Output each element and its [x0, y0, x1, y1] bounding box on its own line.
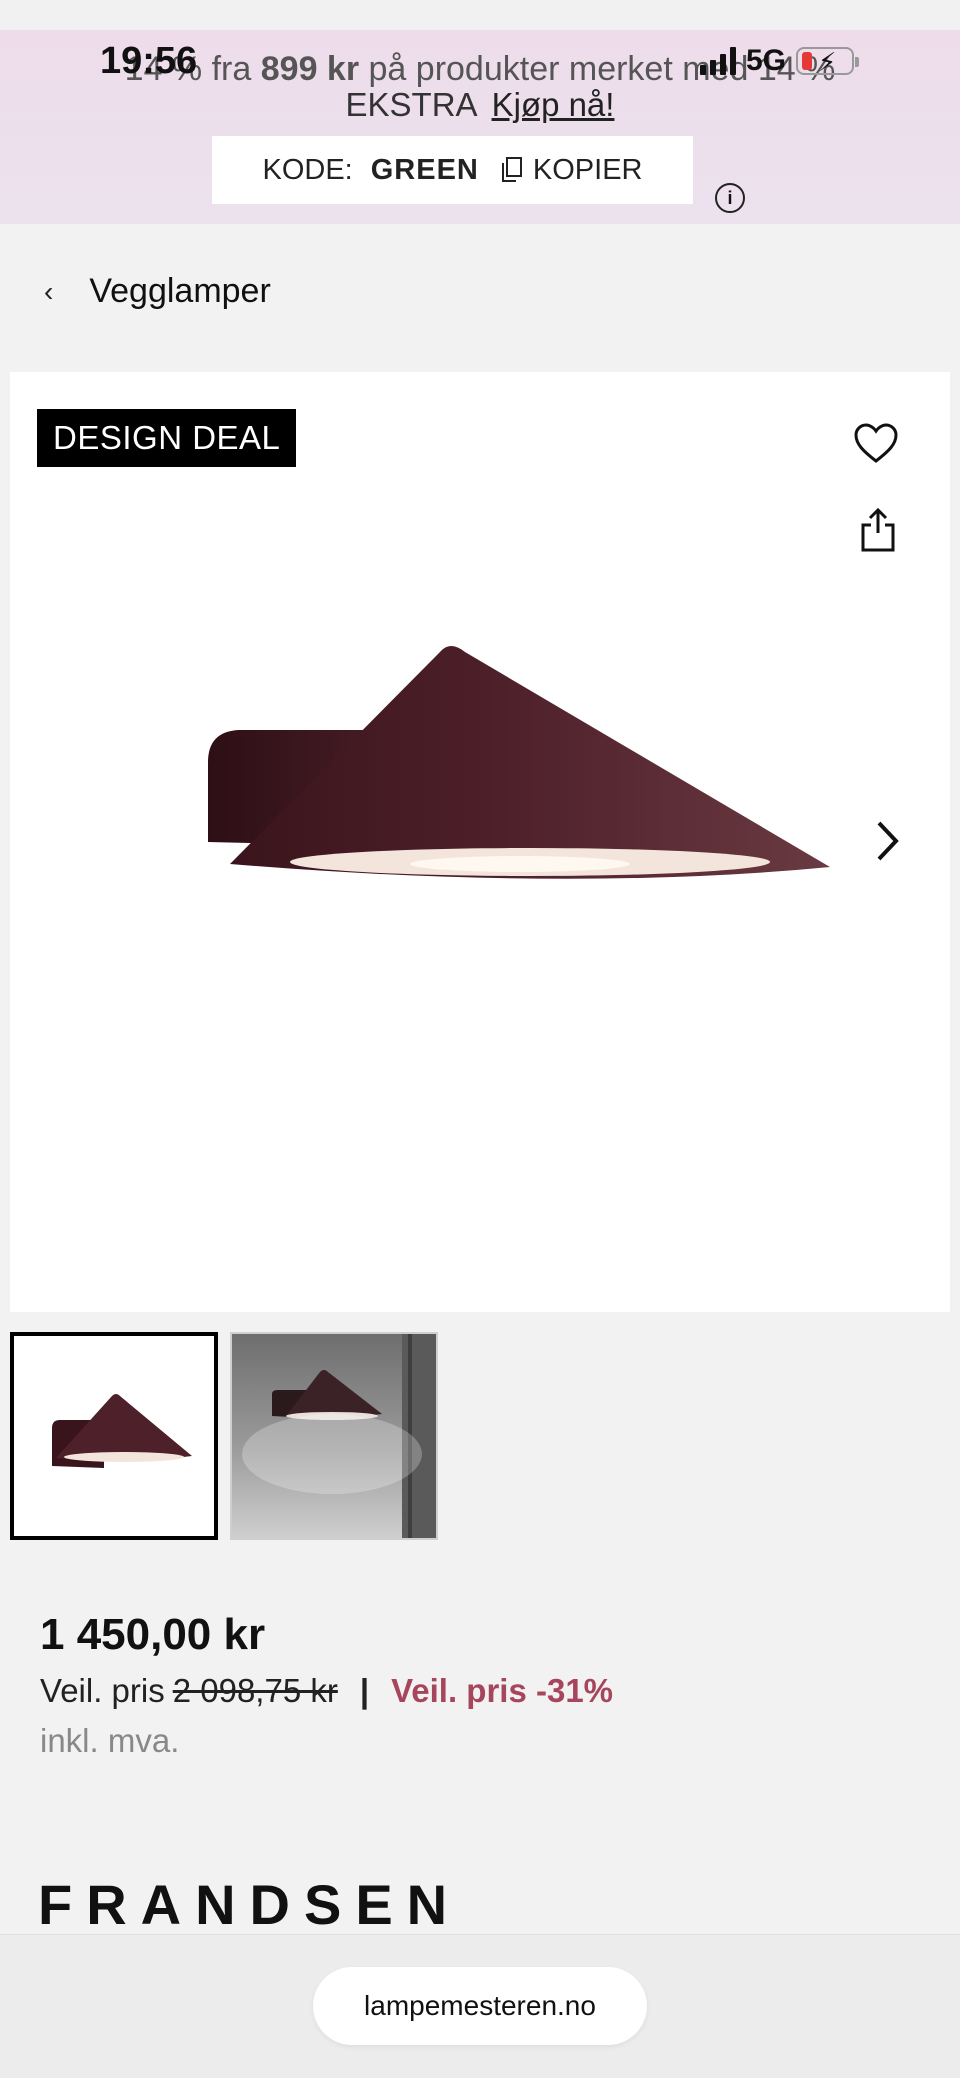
code-label: KODE:	[262, 153, 353, 186]
status-indicators: 5G ⚡	[700, 44, 860, 78]
share-icon[interactable]	[860, 507, 896, 553]
code-value: GREEN	[370, 153, 479, 186]
copy-label: KOPIER	[532, 153, 643, 186]
copy-icon	[501, 157, 522, 182]
battery-icon: ⚡	[796, 47, 860, 77]
thumbnail-2[interactable]	[230, 1332, 438, 1540]
discount-label: Veil. pris -31%	[391, 1672, 614, 1709]
wall-lamp-image	[208, 646, 830, 879]
chevron-right-icon[interactable]	[872, 819, 902, 863]
heart-icon[interactable]	[853, 421, 899, 467]
browser-bottom-bar: lampemesteren.no	[0, 1934, 960, 2078]
url-bar[interactable]: lampemesteren.no	[313, 1967, 647, 2045]
info-icon[interactable]: i	[715, 183, 745, 213]
discount-code-box: KODE: GREEN KOPIER	[212, 136, 693, 204]
chevron-left-icon[interactable]: ‹	[44, 276, 53, 308]
thumbnail-1[interactable]	[10, 1332, 218, 1540]
brand-logo[interactable]: FRANDSEN	[38, 1872, 461, 1937]
buy-now-link[interactable]: Kjøp nå!	[492, 86, 615, 123]
copy-code-button[interactable]: KOPIER	[501, 153, 643, 187]
top-strip	[0, 0, 960, 30]
network-type: 5G	[746, 44, 787, 77]
product-price: 1 450,00 kr	[40, 1610, 266, 1659]
lamp-in-room-thumbnail	[242, 1334, 436, 1538]
status-time: 19:56	[100, 40, 198, 82]
price-separator: |	[359, 1672, 370, 1709]
wall-lamp-thumbnail	[52, 1394, 192, 1468]
breadcrumb[interactable]: ‹ Vegglamper	[44, 272, 271, 311]
product-image[interactable]: DESIGN DEAL	[10, 372, 950, 1312]
rrp-label: Veil. pris	[40, 1672, 165, 1709]
vat-note: inkl. mva.	[40, 1722, 180, 1759]
breadcrumb-label[interactable]: Vegglamper	[89, 272, 270, 311]
recommended-price-line: Veil. pris 2 098,75 kr | Veil. pris -31%	[40, 1672, 613, 1710]
signal-icon	[700, 47, 736, 75]
promo-text-line2: EKSTRA Kjøp nå!	[345, 86, 615, 123]
design-deal-badge: DESIGN DEAL	[37, 409, 297, 467]
rrp-value: 2 098,75 kr	[172, 1672, 338, 1709]
